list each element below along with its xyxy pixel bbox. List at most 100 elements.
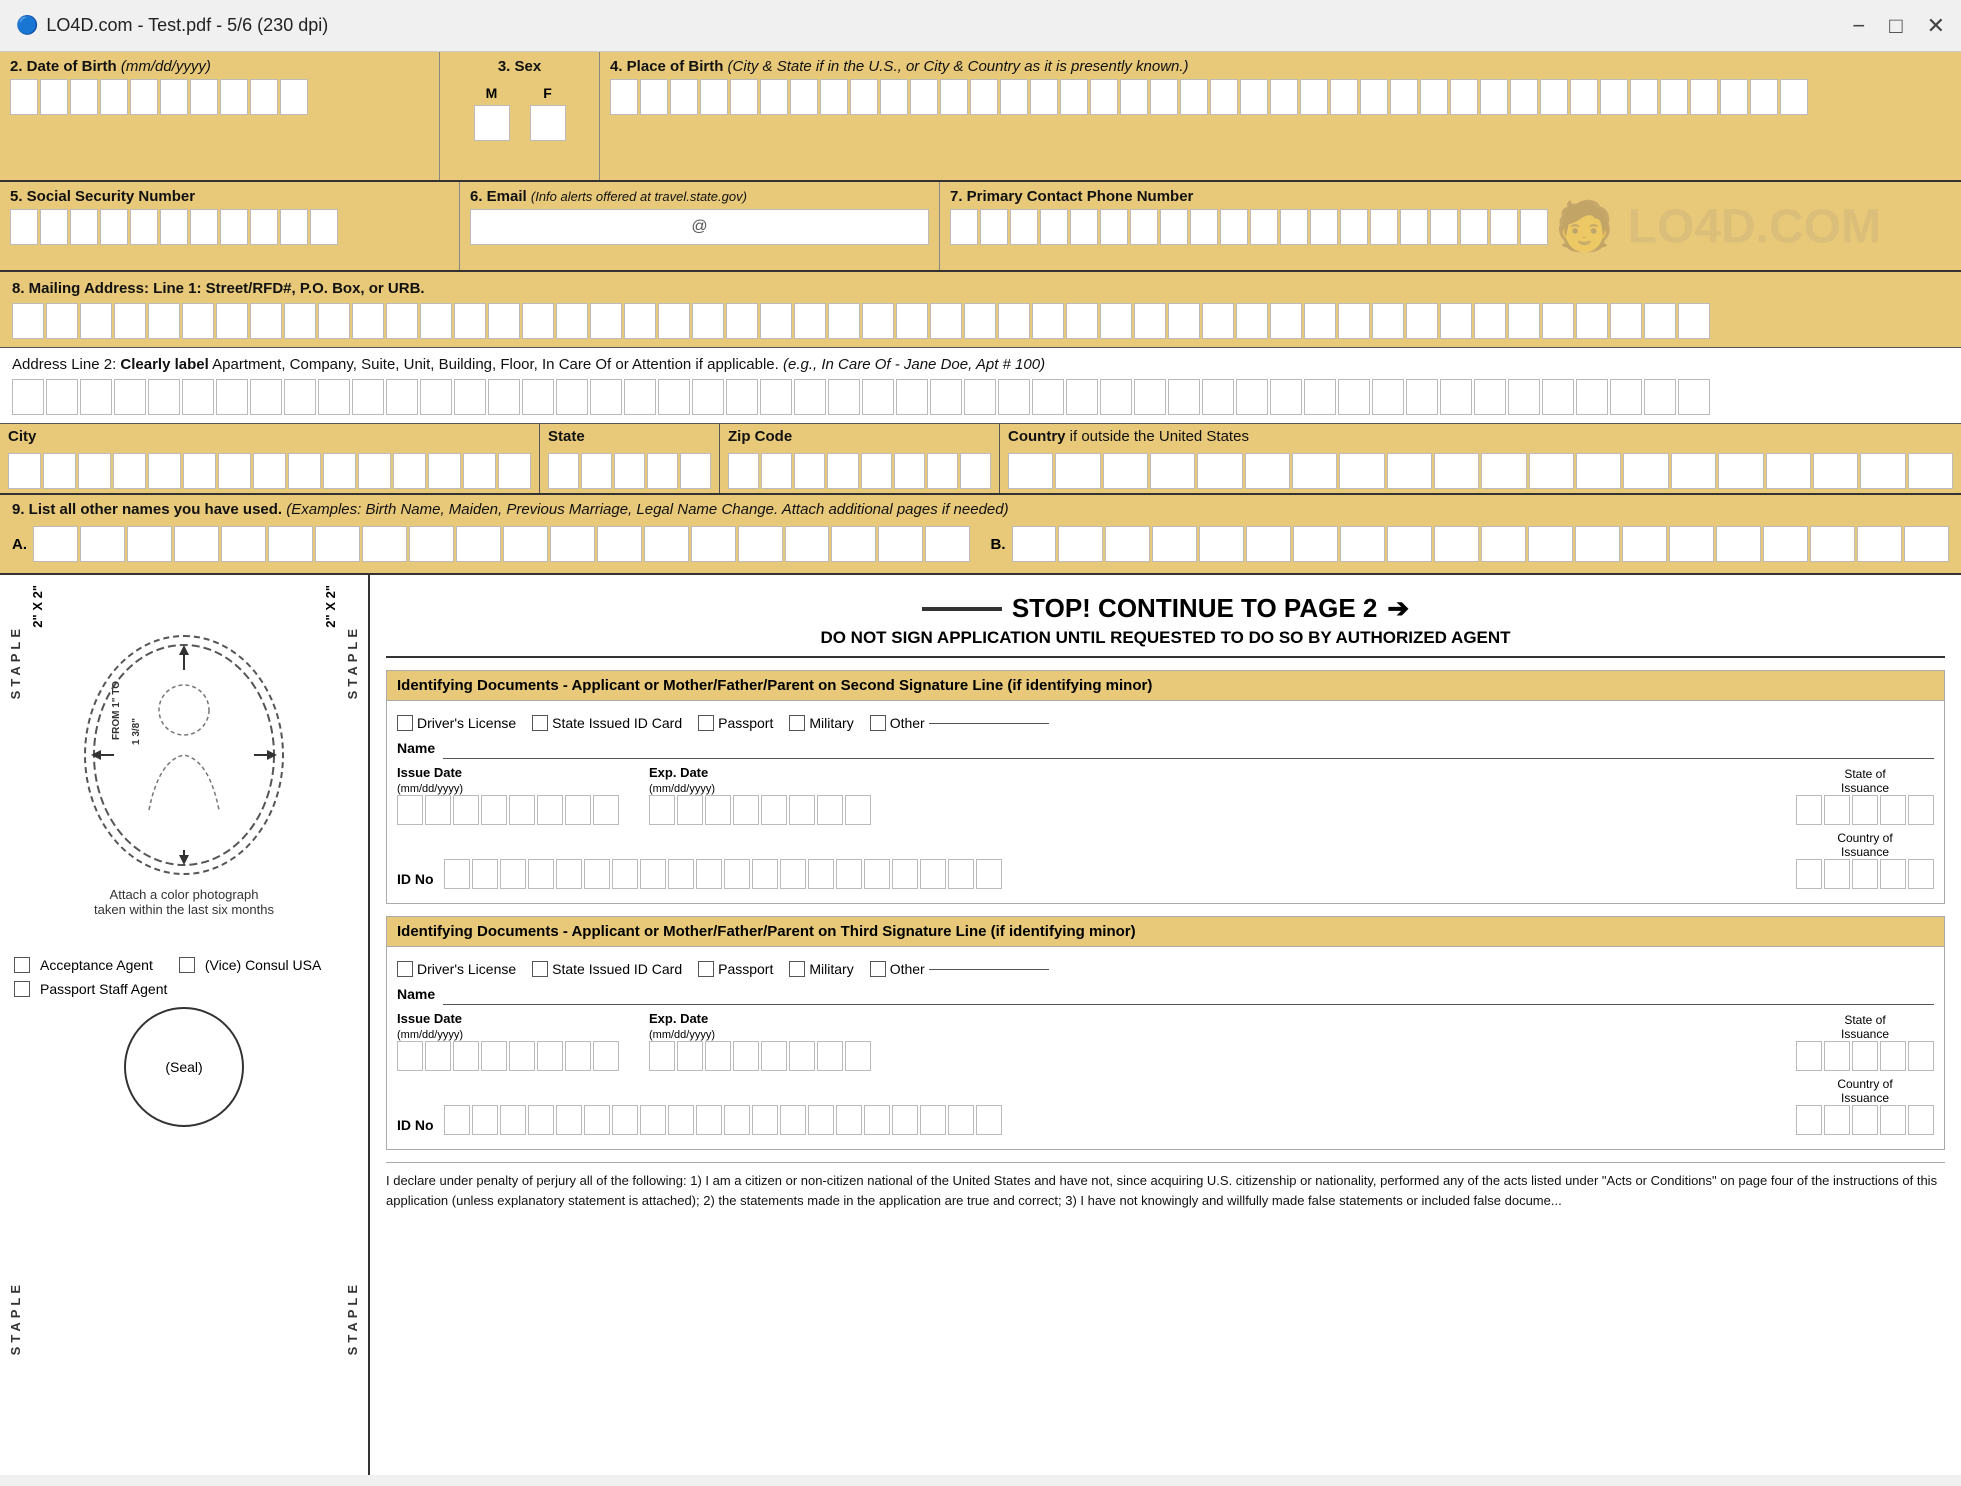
country-c17[interactable]	[1766, 453, 1811, 489]
phone-c9[interactable]	[1190, 209, 1218, 245]
name-input-2[interactable]	[443, 983, 1934, 1005]
addr1-c38[interactable]	[1270, 303, 1302, 339]
country-c11[interactable]	[1481, 453, 1526, 489]
addr1-c6[interactable]	[182, 303, 214, 339]
ci-d5[interactable]	[1908, 859, 1934, 889]
ssn-c7[interactable]	[190, 209, 218, 245]
pob-c22[interactable]	[1240, 79, 1268, 115]
country-issuance-cells-1[interactable]	[1796, 859, 1934, 889]
addr1-c31[interactable]	[1032, 303, 1064, 339]
exp2-d2[interactable]	[677, 1041, 703, 1071]
other-checkbox-1[interactable]: Other	[870, 715, 1049, 731]
other-cb-2[interactable]	[870, 961, 886, 977]
city-c11[interactable]	[358, 453, 391, 489]
pob-c2[interactable]	[640, 79, 668, 115]
maximize-button[interactable]: □	[1889, 13, 1902, 39]
exp-d7[interactable]	[817, 795, 843, 825]
addr2-c27[interactable]	[896, 379, 928, 415]
issue-d4[interactable]	[481, 795, 507, 825]
close-button[interactable]: ✕	[1927, 13, 1945, 39]
on-b-c17[interactable]	[1763, 526, 1808, 562]
pob-c32[interactable]	[1540, 79, 1568, 115]
addr1-c49[interactable]	[1644, 303, 1676, 339]
si-d5[interactable]	[1908, 795, 1934, 825]
addr2-c49[interactable]	[1644, 379, 1676, 415]
addr1-c50[interactable]	[1678, 303, 1710, 339]
id2-c17[interactable]	[892, 1105, 918, 1135]
phone-c6[interactable]	[1100, 209, 1128, 245]
id-c10[interactable]	[696, 859, 722, 889]
dob-cell-2[interactable]	[40, 79, 68, 115]
addr1-c17[interactable]	[556, 303, 588, 339]
other-input-1[interactable]	[929, 723, 1049, 724]
on-a-c11[interactable]	[503, 526, 548, 562]
dob-cell-8[interactable]	[220, 79, 248, 115]
id2-c20[interactable]	[976, 1105, 1002, 1135]
dob-cell-3[interactable]	[70, 79, 98, 115]
id-c16[interactable]	[864, 859, 890, 889]
addr2-c33[interactable]	[1100, 379, 1132, 415]
addr2-c23[interactable]	[760, 379, 792, 415]
si2-d2[interactable]	[1824, 1041, 1850, 1071]
id2-c12[interactable]	[752, 1105, 778, 1135]
addr2-c18[interactable]	[590, 379, 622, 415]
ssn-c11[interactable]	[310, 209, 338, 245]
addr1-c24[interactable]	[794, 303, 826, 339]
country-c13[interactable]	[1576, 453, 1621, 489]
vice-consul-checkbox[interactable]	[179, 957, 195, 973]
on-a-c13[interactable]	[597, 526, 642, 562]
addr2-c35[interactable]	[1168, 379, 1200, 415]
issue-d8[interactable]	[593, 795, 619, 825]
id-c11[interactable]	[724, 859, 750, 889]
zip-c4[interactable]	[827, 453, 858, 489]
zip-c2[interactable]	[761, 453, 792, 489]
issue2-d7[interactable]	[565, 1041, 591, 1071]
pob-c5[interactable]	[730, 79, 758, 115]
addr2-c21[interactable]	[692, 379, 724, 415]
addr2-c17[interactable]	[556, 379, 588, 415]
si-d1[interactable]	[1796, 795, 1822, 825]
addr1-c26[interactable]	[862, 303, 894, 339]
si-d4[interactable]	[1880, 795, 1906, 825]
on-b-c10[interactable]	[1434, 526, 1479, 562]
id-c15[interactable]	[836, 859, 862, 889]
pob-c29[interactable]	[1450, 79, 1478, 115]
ssn-c10[interactable]	[280, 209, 308, 245]
exp-d3[interactable]	[705, 795, 731, 825]
addr1-c43[interactable]	[1440, 303, 1472, 339]
id-c13[interactable]	[780, 859, 806, 889]
on-a-c2[interactable]	[80, 526, 125, 562]
pob-c24[interactable]	[1300, 79, 1328, 115]
id2-c8[interactable]	[640, 1105, 666, 1135]
phone-c2[interactable]	[980, 209, 1008, 245]
military-checkbox-1[interactable]: Military	[789, 715, 853, 731]
on-b-c20[interactable]	[1904, 526, 1949, 562]
state-id-cb-2[interactable]	[532, 961, 548, 977]
addr2-c10[interactable]	[318, 379, 350, 415]
on-b-c8[interactable]	[1340, 526, 1385, 562]
addr2-c37[interactable]	[1236, 379, 1268, 415]
addr2-c39[interactable]	[1304, 379, 1336, 415]
id-c17[interactable]	[892, 859, 918, 889]
acceptance-agent-checkbox[interactable]	[14, 957, 30, 973]
addr2-c26[interactable]	[862, 379, 894, 415]
zip-c8[interactable]	[960, 453, 991, 489]
ci-d2[interactable]	[1824, 859, 1850, 889]
exp2-d6[interactable]	[789, 1041, 815, 1071]
pob-c21[interactable]	[1210, 79, 1238, 115]
city-c1[interactable]	[8, 453, 41, 489]
pob-c27[interactable]	[1390, 79, 1418, 115]
on-a-c3[interactable]	[127, 526, 172, 562]
city-c9[interactable]	[288, 453, 321, 489]
on-b-c6[interactable]	[1246, 526, 1291, 562]
zip-c1[interactable]	[728, 453, 759, 489]
addr2-c44[interactable]	[1474, 379, 1506, 415]
phone-c8[interactable]	[1160, 209, 1188, 245]
addr2-c45[interactable]	[1508, 379, 1540, 415]
addr1-c25[interactable]	[828, 303, 860, 339]
on-a-c14[interactable]	[644, 526, 689, 562]
pob-c19[interactable]	[1150, 79, 1178, 115]
phone-c1[interactable]	[950, 209, 978, 245]
addr2-c42[interactable]	[1406, 379, 1438, 415]
addr2-c19[interactable]	[624, 379, 656, 415]
